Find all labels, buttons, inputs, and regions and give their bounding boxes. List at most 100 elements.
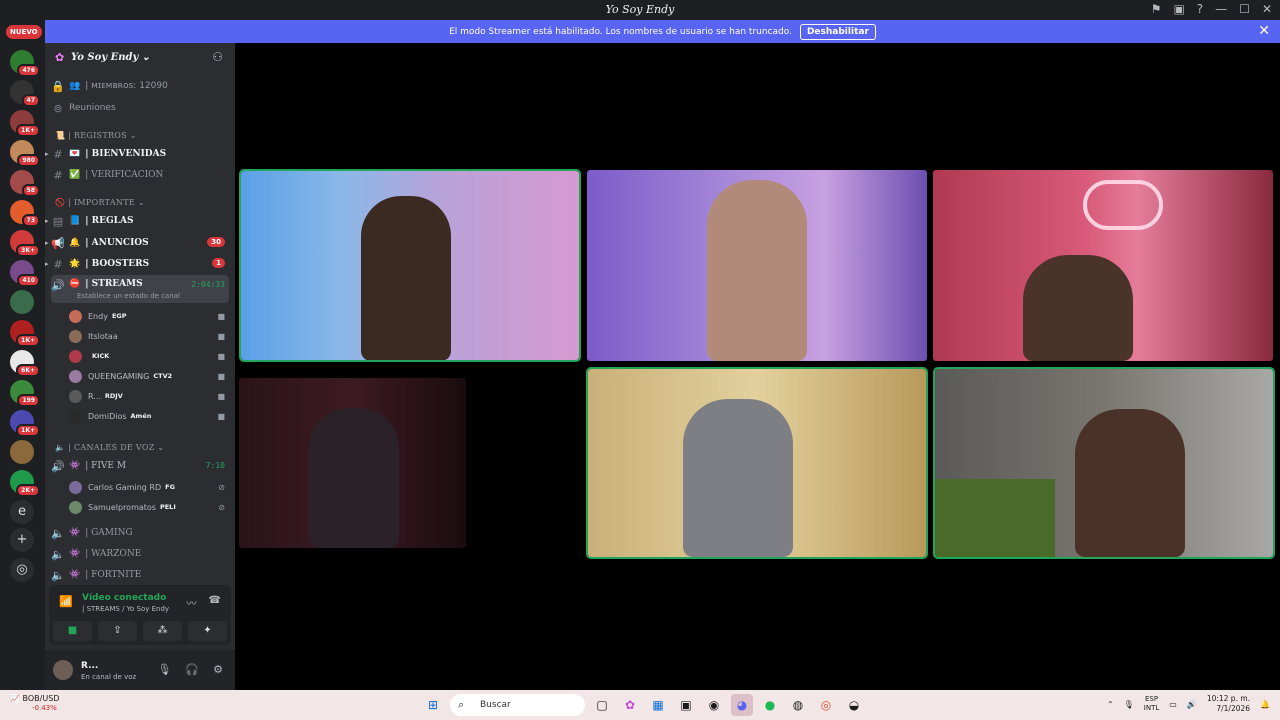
server-icon[interactable]: 1K+ (10, 320, 40, 347)
video-tile[interactable] (586, 367, 928, 559)
volume-icon[interactable]: 🔊 (1187, 700, 1197, 709)
voice-user[interactable]: Endy EGP ■ (69, 307, 229, 325)
noise-suppression-icon[interactable]: 〰 (187, 595, 197, 610)
notification-icon[interactable]: 🔔 (1260, 700, 1270, 709)
video-tile[interactable] (587, 170, 927, 361)
signal-icon[interactable]: 📶 (59, 595, 73, 608)
voice-user[interactable]: Itslotaa ■ (69, 327, 229, 345)
disable-streamer-button[interactable]: Deshabilitar (799, 23, 876, 40)
microphone-icon[interactable]: 🎙 (157, 663, 171, 676)
spotify-icon[interactable]: ● (759, 694, 781, 716)
minimize-icon[interactable]: — (1215, 2, 1227, 16)
video-tile[interactable] (933, 170, 1273, 361)
help-icon[interactable]: ? (1197, 2, 1203, 16)
store-icon[interactable]: ▦ (647, 694, 669, 716)
channel-gaming[interactable]: 🔈 👾 | GAMING (51, 523, 229, 543)
chrome-icon[interactable]: ◎ (815, 694, 837, 716)
server-icon[interactable]: 410 (10, 260, 40, 287)
voice-status-subtitle[interactable]: | STREAMS / Yo Soy Endy (82, 605, 169, 613)
headphones-icon[interactable]: 🎧 (185, 663, 199, 676)
avatar (69, 329, 82, 343)
category-registros[interactable]: 📜 | REGISTROS ⌄ (55, 131, 137, 140)
hash-icon: # (53, 147, 63, 161)
app-icon[interactable]: ◍ (787, 694, 809, 716)
settings-gear-icon[interactable]: ⚙ (213, 663, 223, 676)
mic-tray-icon[interactable]: 🎙 (1124, 700, 1134, 709)
channel-reglas[interactable]: ▸ ▤ 📘 | REGLAS (45, 211, 229, 231)
disconnect-icon[interactable]: ☎ (209, 595, 221, 610)
explore-icon[interactable]: ◎ (10, 558, 34, 582)
voice-user[interactable]: Carlos Gaming RD FG ⊘ (69, 478, 229, 496)
server-icon[interactable]: 980 (10, 140, 40, 167)
close-window-icon[interactable]: ✕ (1262, 2, 1272, 16)
server-icon[interactable]: 47 (10, 80, 40, 107)
voice-user[interactable]: R... RDJV ■ (69, 387, 229, 405)
text-server-icon[interactable]: e (10, 500, 34, 524)
server-icon[interactable]: 476 (10, 50, 40, 77)
server-icon[interactable]: 3K+ (10, 230, 40, 257)
server-icon[interactable]: 6K+ (10, 350, 40, 377)
category-voz[interactable]: 🔈 | CANALES DE VOZ ⌄ (55, 443, 164, 452)
avatar (69, 409, 82, 423)
avatar[interactable] (53, 660, 73, 680)
server-icon[interactable]: 58 (10, 170, 40, 197)
chevron-up-icon[interactable]: ⌃ (1107, 700, 1114, 709)
server-icon[interactable]: 199 (10, 380, 40, 407)
chart-icon: 📈 (10, 694, 20, 703)
screen-icon[interactable]: ▣ (1173, 2, 1184, 16)
category-importante[interactable]: 🚫 | IMPORTANTE ⌄ (55, 198, 145, 207)
channel-anuncios[interactable]: ▸ 📢 🔔 | ANUNCIOS 30 (45, 233, 229, 253)
server-icon[interactable]: 73 (10, 200, 40, 227)
new-badge[interactable]: NUEVO (6, 25, 42, 39)
discord-icon[interactable]: ◕ (731, 694, 753, 716)
task-view-icon[interactable]: ▢ (591, 694, 613, 716)
deafened-icon: ⊘ (218, 502, 225, 512)
terminal-icon[interactable]: ▣ (675, 694, 697, 716)
server-icon[interactable]: 2K+ (10, 470, 40, 497)
copilot-icon[interactable]: ✿ (619, 694, 641, 716)
voice-user[interactable]: QUEENGAMING CTV2 ■ (69, 367, 229, 385)
server-icon[interactable]: 1K+ (10, 110, 40, 137)
participant-video (683, 399, 793, 557)
start-button[interactable]: ⊞ (422, 694, 444, 716)
video-tile[interactable] (239, 169, 581, 362)
server-icon[interactable]: 1K+ (10, 410, 40, 437)
purple-emoji: 👾 (69, 570, 81, 580)
invite-icon[interactable]: ⚇ (212, 50, 223, 64)
video-tile[interactable] (933, 367, 1275, 559)
app-icon[interactable]: ◉ (703, 694, 725, 716)
channel-fortnite[interactable]: 🔈 👾 | FORTNITE (51, 565, 229, 585)
app-icon[interactable]: ◒ (843, 694, 865, 716)
language-indicator[interactable]: ESP INTL (1144, 695, 1159, 713)
inbox-icon[interactable]: ⚑ (1151, 2, 1162, 16)
channel-bienvenidas[interactable]: ▸ # 💌 | BIENVENIDAS (45, 144, 229, 164)
channel-status[interactable]: Establece un estado de canal (77, 292, 180, 300)
voice-user[interactable]: KICK ■ (69, 347, 229, 365)
banner-close-icon[interactable]: ✕ (1258, 23, 1270, 39)
screen-share-button[interactable]: ⇪ (98, 621, 137, 641)
maximize-icon[interactable]: ☐ (1239, 2, 1250, 16)
channel-streams[interactable]: 🔊 ⛔ | STREAMS Establece un estado de can… (51, 275, 229, 303)
voice-status-title[interactable]: Vídeo conectado (82, 593, 166, 603)
window-title: Yo Soy Endy (605, 3, 675, 16)
add-server-icon[interactable]: + (10, 528, 34, 552)
camera-button[interactable]: ■ (53, 621, 92, 641)
channel-warzone[interactable]: 🔈 👾 | WARZONE (51, 544, 229, 564)
server-icon[interactable] (10, 440, 34, 464)
username[interactable]: R... (81, 661, 98, 671)
channel-verificacion[interactable]: # ✅ | VERIFICACION (51, 165, 229, 185)
server-header[interactable]: ✿ Yo Soy Endy ⌄ ⚇ (45, 43, 235, 73)
activities-button[interactable]: ⁂ (143, 621, 182, 641)
display-icon[interactable]: ▭ (1169, 700, 1177, 709)
channel-fivem[interactable]: 🔊 👾 | FIVE M 7:10 (51, 456, 229, 476)
voice-user[interactable]: DomiDios Amén ■ (69, 407, 229, 425)
channel-boosters[interactable]: ▸ # 🌟 | BOOSTERS 1 (45, 254, 229, 274)
voice-user[interactable]: Samuelpromatos PELI ⊘ (69, 498, 229, 516)
server-icon[interactable] (10, 290, 34, 314)
soundboard-button[interactable]: ✦ (188, 621, 227, 641)
meetings-channel[interactable]: ⊚ Reuniones (51, 98, 229, 118)
stock-widget[interactable]: 📈 BOB/USD -0.43% (10, 694, 59, 712)
taskbar-search[interactable]: ⌕ Buscar (450, 694, 585, 716)
clock[interactable]: 10:12 p. m. 7/1/2026 (1207, 694, 1250, 714)
video-tile[interactable] (239, 378, 466, 548)
